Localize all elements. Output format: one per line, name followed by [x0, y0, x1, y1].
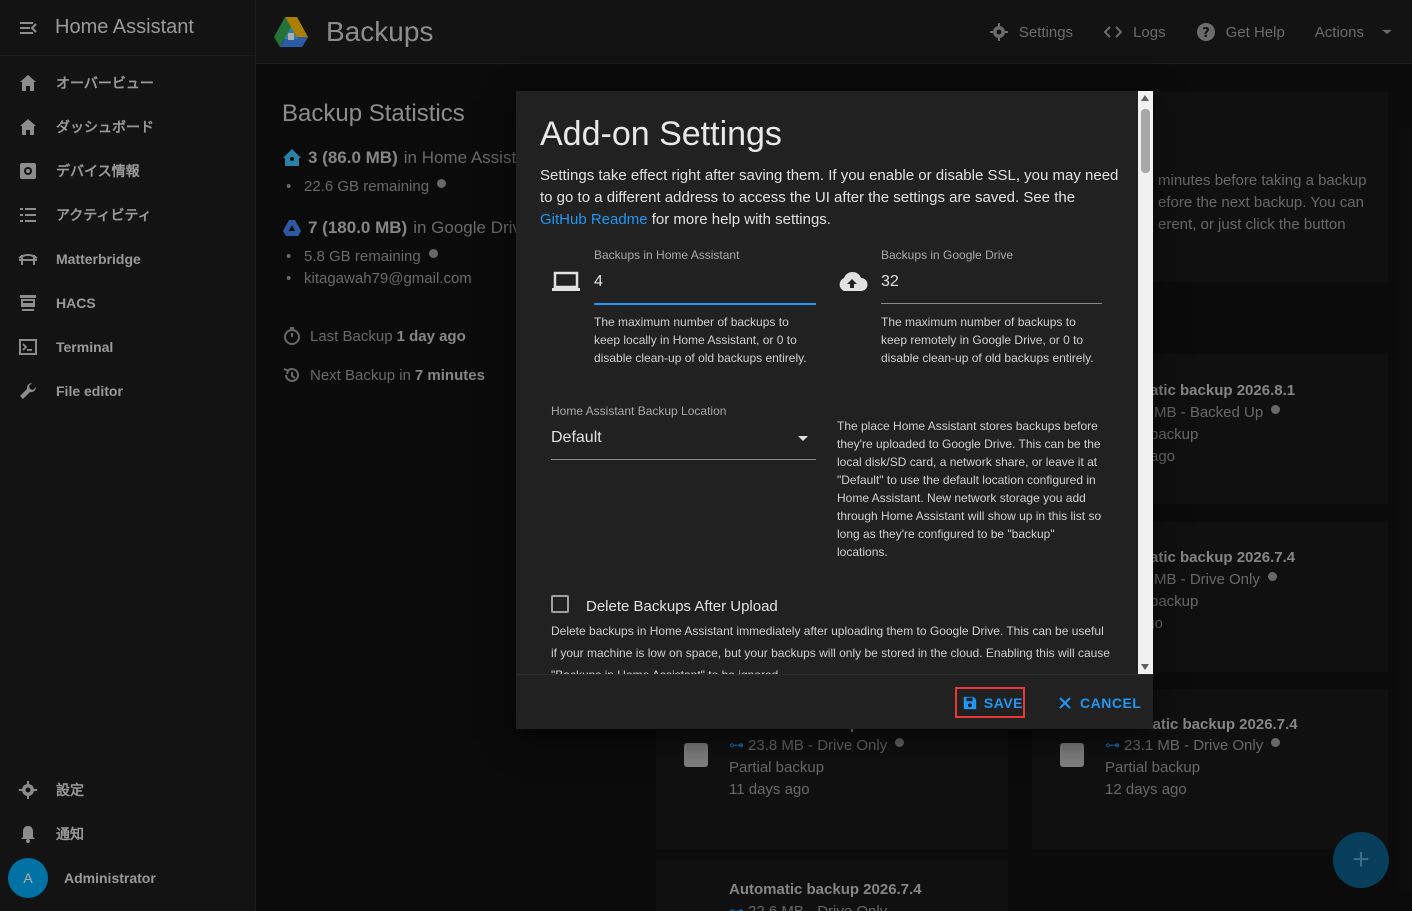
location-select[interactable]: Default: [551, 429, 602, 447]
addon-settings-dialog: Add-on Settings Settings take effect rig…: [516, 91, 1153, 729]
dialog-scrollbar[interactable]: [1138, 91, 1153, 674]
location-help: The place Home Assistant stores backups …: [837, 419, 1102, 559]
app-root: Home Assistant オーバービュー ダッシュボード デバイス情報 アク…: [0, 0, 1412, 911]
gd-backups-label: Backups in Google Drive: [881, 248, 1014, 262]
dialog-content[interactable]: Add-on Settings Settings take effect rig…: [516, 91, 1138, 674]
ha-backups-underline: [594, 303, 816, 305]
delete-after-upload-checkbox[interactable]: [551, 595, 569, 613]
scroll-down-icon[interactable]: [1141, 664, 1149, 670]
save-button-label: SAVE: [983, 694, 1023, 711]
ha-backups-input[interactable]: 4: [594, 273, 603, 291]
cancel-button-label: CANCEL: [1080, 694, 1142, 711]
save-button[interactable]: SAVE: [955, 687, 1025, 718]
location-label: Home Assistant Backup Location: [551, 404, 727, 418]
laptop-icon: [552, 271, 580, 291]
chevron-down-icon[interactable]: [796, 433, 810, 443]
intro-text: Settings take effect right after saving …: [540, 167, 1119, 206]
github-readme-link[interactable]: GitHub Readme: [540, 211, 648, 228]
gd-backups-underline: [881, 303, 1102, 304]
ha-backups-label: Backups in Home Assistant: [594, 248, 740, 262]
gd-backups-help: The maximum number of backups to keep re…: [881, 315, 1094, 365]
scroll-up-icon[interactable]: [1141, 95, 1149, 101]
cloud-upload-icon: [839, 271, 868, 291]
dialog-intro: Settings take effect right after saving …: [540, 165, 1120, 231]
gd-backups-input[interactable]: 32: [881, 273, 899, 291]
location-underline: [551, 459, 816, 460]
cancel-button[interactable]: CANCEL: [1056, 687, 1141, 718]
dialog-title: Add-on Settings: [540, 115, 782, 153]
dialog-actions: SAVE CANCEL: [516, 674, 1153, 729]
ha-backups-help: The maximum number of backups to keep lo…: [594, 315, 807, 365]
intro-tail: for more help with settings.: [647, 211, 831, 228]
close-icon: [1059, 696, 1071, 709]
scrollbar-thumb[interactable]: [1141, 109, 1150, 173]
save-icon: [963, 696, 977, 709]
delete-after-upload-help: Delete backups in Home Assistant immedia…: [551, 624, 1110, 674]
delete-after-upload-label[interactable]: Delete Backups After Upload: [586, 598, 778, 615]
